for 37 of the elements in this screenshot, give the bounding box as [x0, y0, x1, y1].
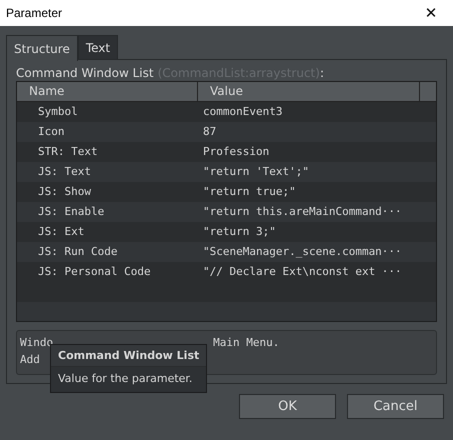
- ok-button[interactable]: OK: [239, 394, 336, 419]
- tab[interactable]: Structure: [6, 35, 78, 61]
- table-row[interactable]: JS: Text "return 'Text';": [17, 162, 436, 182]
- description-text: Windo: [20, 335, 54, 351]
- table-cell-text: "return 3;": [203, 224, 276, 240]
- column-header[interactable]: Name: [17, 82, 198, 101]
- table-cell-text: "return this.areMainCommand···: [203, 204, 402, 220]
- table-cell-text: JS: Run Code: [37, 244, 118, 260]
- description-text: Add: [20, 352, 40, 368]
- table-cell-text: "return true;": [203, 184, 296, 200]
- table-cell-text: commonEvent3: [203, 104, 282, 120]
- close-button[interactable]: ✕: [409, 0, 453, 26]
- table-cell-text: "// Declare Ext\nconst ext ···: [203, 264, 402, 280]
- tooltip-text: Value for the parameter.: [57, 371, 194, 387]
- table-cell-text: STR: Text: [37, 144, 99, 160]
- table-cell-text: JS: Personal Code: [37, 264, 152, 280]
- table-cell-text: "return 'Text';": [203, 164, 309, 180]
- table-cell-text: Profession: [203, 144, 270, 160]
- table-cell-text: "SceneManager._scene.comman···: [203, 244, 402, 260]
- table-cell-text: JS: Ext: [37, 224, 86, 240]
- column-header[interactable]: Value: [198, 82, 420, 101]
- description-text: Main Menu.: [213, 335, 280, 351]
- table-cell-text: Symbol: [37, 104, 79, 120]
- list-label: Command Window List: [16, 66, 154, 80]
- table-cell-text: Icon: [37, 124, 66, 140]
- table-cell-text: JS: Enable: [37, 204, 106, 220]
- window-title: Parameter: [6, 6, 62, 20]
- tab[interactable]: Text: [78, 35, 118, 60]
- table-row[interactable]: JS: Enable "return this.areMainCommand···: [17, 202, 436, 222]
- tooltip-title: Command Window List: [51, 345, 206, 367]
- table-cell-text: 87: [203, 124, 216, 140]
- table-row[interactable]: Icon 87: [17, 122, 436, 142]
- table-cell-text: JS: Show: [37, 184, 92, 200]
- cancel-button[interactable]: Cancel: [347, 394, 444, 419]
- table-cell-text: JS: Text: [37, 164, 92, 180]
- colon: :: [320, 66, 324, 80]
- table-row[interactable]: JS: Run Code "SceneManager._scene.comman···: [17, 242, 436, 262]
